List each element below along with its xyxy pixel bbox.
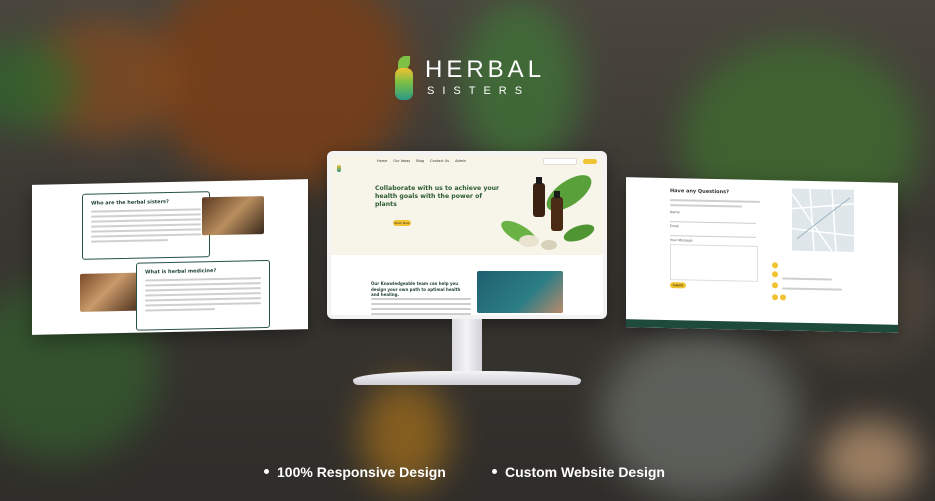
feature-label: Custom Website Design xyxy=(505,464,665,480)
about-card: Who are the herbal sisters? xyxy=(82,191,210,260)
bullet-icon xyxy=(264,468,269,474)
herbs-photo xyxy=(202,196,264,236)
monitor-stand-neck xyxy=(452,319,482,373)
map-thumbnail xyxy=(792,188,854,252)
brand-logo: HERBAL SISTERS xyxy=(393,56,545,100)
message-field xyxy=(670,244,758,282)
feature-label: 100% Responsive Design xyxy=(277,464,446,480)
brand-name-line1: HERBAL xyxy=(425,56,546,83)
herbal-products-illustration xyxy=(501,175,595,250)
brand-name-line2: SISTERS xyxy=(427,85,531,97)
email-icon xyxy=(772,282,778,289)
nav-admin: Admin xyxy=(455,159,467,163)
hero-book-button: Book Now xyxy=(393,220,411,226)
facebook-icon xyxy=(772,294,778,301)
medicine-card: What is herbal medicine? xyxy=(136,259,270,331)
monitor-mockup: Home Our Ideas Blog Contact Us Admin Col… xyxy=(327,151,607,319)
bottle-leaf-icon xyxy=(393,56,415,100)
submit-button: Submit xyxy=(670,282,686,289)
bullet-icon xyxy=(492,468,497,474)
about-card-title: Who are the herbal sisters? xyxy=(91,199,169,207)
email-field xyxy=(670,229,756,238)
nav-contact: Contact Us xyxy=(430,159,450,163)
instagram-icon xyxy=(780,294,786,301)
name-label: Name xyxy=(670,210,680,215)
healing-photo xyxy=(477,271,563,313)
contact-title: Have any Questions? xyxy=(670,188,730,196)
name-field xyxy=(670,215,756,224)
nav-home: Home xyxy=(377,159,388,163)
location-icon xyxy=(772,262,778,269)
nav-ideas: Our Ideas xyxy=(393,159,411,163)
contact-page-mockup: Have any Questions? Name Email Your Mess… xyxy=(626,177,898,333)
email-label: Email xyxy=(670,224,680,229)
about-page-mockup: Who are the herbal sisters? What is herb… xyxy=(32,179,308,335)
message-label: Your Message xyxy=(670,238,693,243)
hero-title: Collaborate with us to achieve your heal… xyxy=(375,185,500,208)
monitor-stand-base xyxy=(353,371,581,385)
mortar-photo xyxy=(80,272,140,312)
mini-logo-icon xyxy=(337,157,355,172)
nav-blog: Blog xyxy=(416,159,424,163)
website-screen: Home Our Ideas Blog Contact Us Admin Col… xyxy=(331,155,603,315)
capsule-blur xyxy=(820,420,920,500)
feature-item: Custom Website Design xyxy=(492,462,665,482)
feature-item: 100% Responsive Design xyxy=(264,462,446,482)
phone-icon xyxy=(772,271,778,278)
feature-list: 100% Responsive Design Custom Website De… xyxy=(0,462,935,484)
medicine-card-title: What is herbal medicine? xyxy=(145,268,217,276)
